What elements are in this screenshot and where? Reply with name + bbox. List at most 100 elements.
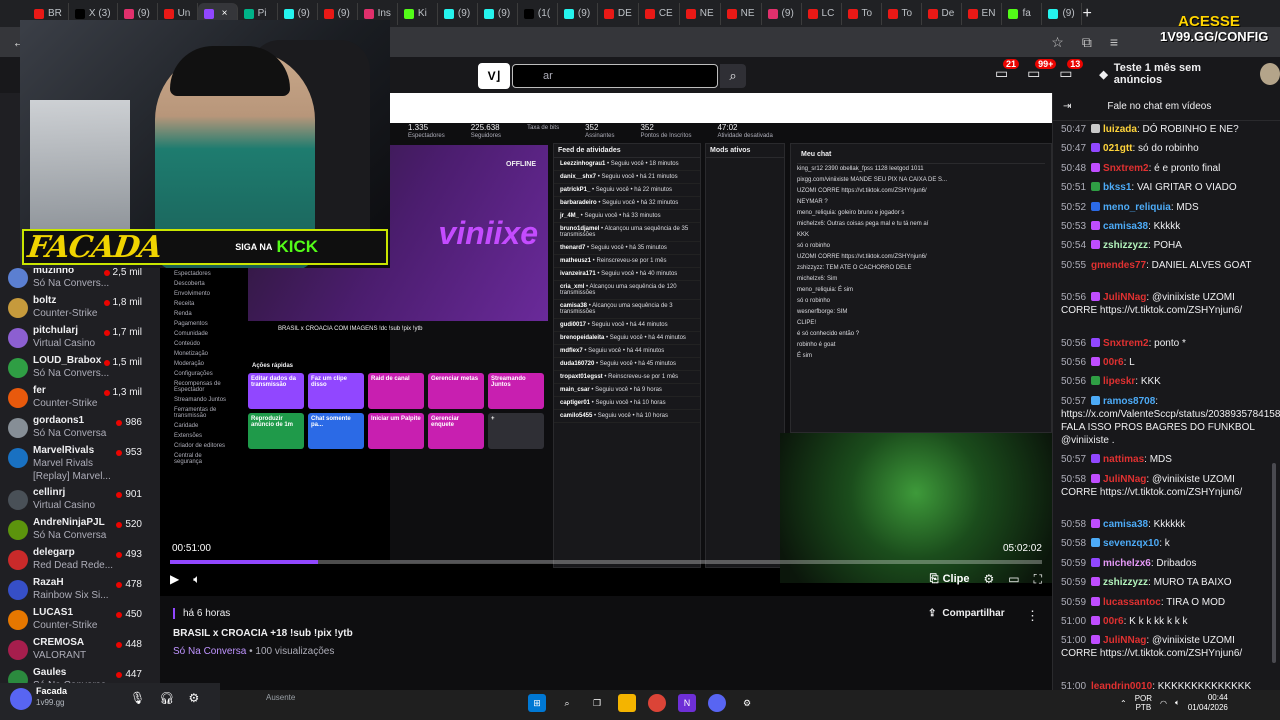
dashboard-menu-item[interactable]: Central de segurança [160,451,245,467]
chat-username[interactable]: zshizzyzz [1103,577,1148,588]
task-view-icon[interactable]: ❐ [588,694,606,712]
user-avatar[interactable] [1260,63,1280,85]
chat-username[interactable]: meno_reliquia [1103,202,1171,213]
chat-username[interactable]: camisa38 [1103,221,1148,232]
sidebar-channel[interactable]: RazaH Rainbow Six Si... 478 [0,577,160,607]
quick-action-button[interactable]: Reproduzir anúncio de 1m [248,413,304,449]
dashboard-menu-item[interactable]: Espectadores [160,269,245,279]
browser-tab[interactable]: Ki [398,2,438,25]
chat-username[interactable]: gmendes77 [1091,260,1146,271]
chat-username[interactable]: zshizzyzz [1103,240,1148,251]
headphones-icon[interactable]: 🎧︎ [159,691,174,705]
chat-username[interactable]: JuliNNag [1103,292,1146,303]
extensions-icon[interactable]: ⧉ [1082,34,1092,51]
sidebar-channel[interactable]: gordaons1 Só Na Conversa 986 [0,415,160,445]
play-icon[interactable]: ▶ [170,572,179,586]
browser-tab[interactable]: (9) [762,2,802,25]
browser-tab[interactable]: (9) [1042,2,1083,25]
chat-username[interactable]: sevenzqx10 [1103,538,1159,549]
quick-action-button[interactable]: Faz um clipe disso [308,373,364,409]
chat-username[interactable]: nattimas [1103,454,1144,465]
dashboard-menu-item[interactable]: Comunidade [160,329,245,339]
vod-category-link[interactable]: Só Na Conversa [173,646,246,657]
more-options-button[interactable]: ⋮ [1026,608,1039,624]
dashboard-menu-item[interactable]: Descoberta [160,279,245,289]
browser-tab[interactable]: (9) [478,2,518,25]
sidebar-channel[interactable]: LOUD_Brabox Só Na Convers... 1,5 mil [0,355,160,385]
settings-gear-icon[interactable]: ⚙ [188,691,199,705]
browser-tab[interactable]: To [882,2,922,25]
chrome-icon[interactable] [648,694,666,712]
quick-action-button[interactable]: Streamando Juntos [488,373,544,409]
dashboard-menu-item[interactable]: Pagamentos [160,319,245,329]
inbox-icon[interactable]: ▭ 21 [995,59,1020,83]
dashboard-menu-item[interactable]: Monetização [160,349,245,359]
chat-username[interactable]: camisa38 [1103,519,1148,530]
bookmark-star-icon[interactable]: ☆ [1051,34,1064,51]
new-tab-icon[interactable]: + [1082,5,1091,23]
fullscreen-icon[interactable]: ⛶ [1034,572,1042,587]
clock[interactable]: 00:44 01/04/2026 [1188,693,1228,713]
wifi-icon[interactable]: ◠ [1160,699,1167,708]
sidebar-channel[interactable]: cellinrj Virtual Casino 901 [0,487,160,517]
whispers-icon[interactable]: ▭ 13 [1059,59,1084,83]
quick-action-button[interactable]: Chat somente pa... [308,413,364,449]
tray-expand-icon[interactable]: ⌃ [1120,699,1127,708]
chat-username[interactable]: Snxtrem2 [1103,338,1149,349]
discord-icon[interactable] [708,694,726,712]
quick-action-button[interactable]: Gerenciar metas [428,373,484,409]
chat-username[interactable]: luizada [1103,124,1137,135]
clip-button[interactable]: ⎘ Clipe [930,573,970,586]
dashboard-menu-item[interactable]: Envolvimento [160,289,245,299]
chat-username[interactable]: 021gtt [1103,143,1132,154]
microphone-icon[interactable]: 🎙︎ [130,691,145,705]
browser-tab[interactable]: NE [721,2,762,25]
sidebar-channel[interactable]: AndreNinjaPJL Só Na Conversa 520 [0,517,160,547]
browser-tab[interactable]: fa [1002,2,1043,25]
chat-username[interactable]: bkss1 [1103,182,1131,193]
browser-tab[interactable]: NE [680,2,721,25]
keyboard-language[interactable]: POR PTB [1135,694,1152,712]
dashboard-menu-item[interactable]: Extensões [160,431,245,441]
browser-tab[interactable]: (9) [558,2,598,25]
sidebar-channel[interactable]: LUCAS1 Counter-Strike 450 [0,607,160,637]
chat-username[interactable]: JuliNNag [1103,635,1146,646]
browser-tab[interactable]: De [922,2,962,25]
quick-action-button[interactable]: Editar dados da transmissão [248,373,304,409]
quick-action-button[interactable]: Raid de canal [368,373,424,409]
chat-username[interactable]: Snxtrem2 [1103,163,1149,174]
sidebar-channel[interactable]: fer Counter-Strike 1,3 mil [0,385,160,415]
browser-tab[interactable]: (1( [518,2,558,25]
nzxt-icon[interactable]: N [678,694,696,712]
search-icon[interactable]: ⌕ [558,694,576,712]
reading-list-icon[interactable]: ≡ [1110,34,1118,51]
dashboard-menu-item[interactable]: Ferramentas de transmissão [160,405,245,421]
dashboard-menu-item[interactable]: Configurações [160,369,245,379]
chat-scrollbar[interactable] [1272,463,1276,663]
browser-tab[interactable]: EN [962,2,1003,25]
chat-username[interactable]: 00r6 [1103,616,1124,627]
dashboard-menu-item[interactable]: Receita [160,299,245,309]
dashboard-menu-item[interactable]: Recompensas de Espectador [160,379,245,395]
seek-bar[interactable] [170,560,1042,564]
settings-icon[interactable]: ⚙ [738,694,756,712]
dashboard-menu-item[interactable]: Streamando Juntos [160,395,245,405]
dashboard-menu-item[interactable]: Criador de editores [160,441,245,451]
dashboard-menu-item[interactable]: Moderação [160,359,245,369]
sidebar-channel[interactable]: boltz Counter-Strike 1,8 mil [0,295,160,325]
dashboard-menu-item[interactable]: Conteúdo [160,339,245,349]
browser-tab[interactable]: DE [598,2,639,25]
quick-action-button[interactable]: Gerenciar enquete [428,413,484,449]
share-button[interactable]: ⇪ Compartilhar [928,608,1005,619]
sidebar-channel[interactable]: muzinho Só Na Convers... 2,5 mil [0,265,160,295]
turbo-button[interactable]: ◆ Teste 1 mês sem anúncios [1091,62,1244,86]
sidebar-channel[interactable]: pitchularj Virtual Casino 1,7 mil [0,325,160,355]
chat-username[interactable]: lucassantoc [1103,597,1161,608]
sidebar-channel[interactable]: delegarp Red Dead Rede... 493 [0,547,160,577]
chat-username[interactable]: ramos8708 [1103,396,1155,407]
chat-username[interactable]: 00r6 [1103,357,1124,368]
windows-start-icon[interactable]: ⊞ [528,694,546,712]
chat-username[interactable]: leandrin0010 [1091,681,1152,690]
browser-tab[interactable]: LC [802,2,842,25]
volume-icon[interactable]: 🔈︎ [193,572,200,587]
